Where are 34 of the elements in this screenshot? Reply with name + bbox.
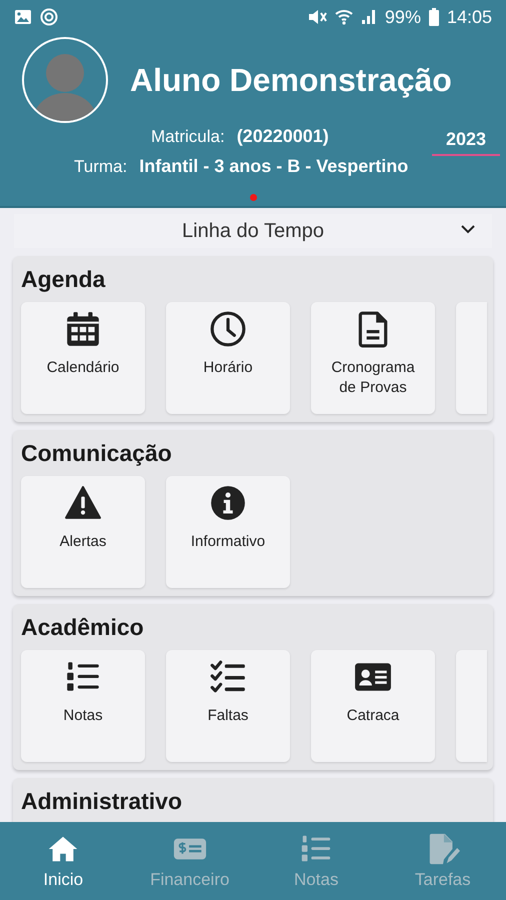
year-selector[interactable]: 2023 xyxy=(432,128,500,156)
menu-card[interactable]: Informativo xyxy=(166,476,290,588)
signal-icon xyxy=(360,9,377,25)
mute-icon xyxy=(306,8,327,26)
calendar-icon xyxy=(64,310,102,348)
battery-percent: 99% xyxy=(384,6,421,28)
student-name: Aluno Demonstração xyxy=(130,62,452,98)
wifi-icon xyxy=(334,8,353,26)
clock-time: 14:05 xyxy=(446,6,492,28)
class-name: Infantil - 3 anos - B - Vespertino xyxy=(139,156,408,177)
menu-card[interactable]: Alertas xyxy=(21,476,145,588)
warning-icon xyxy=(64,484,102,522)
battery-icon xyxy=(428,8,439,26)
nav-tab[interactable]: Inicio xyxy=(0,822,126,900)
section-title: Comunicação xyxy=(21,440,173,468)
menu-card[interactable]: Cronograma de Provas xyxy=(311,302,435,414)
page-indicator-dot xyxy=(250,194,257,201)
clock-icon xyxy=(209,310,247,348)
menu-card[interactable]: Calendário xyxy=(21,302,145,414)
class-label: Turma: xyxy=(74,157,128,177)
menu-card[interactable]: Notas xyxy=(21,650,145,762)
enrollment-number: (20220001) xyxy=(236,126,329,147)
sync-icon xyxy=(40,8,58,26)
menu-card[interactable] xyxy=(456,650,487,762)
menu-card[interactable] xyxy=(456,302,487,414)
menu-card[interactable]: Faltas xyxy=(166,650,290,762)
section-title: Agenda xyxy=(21,266,106,294)
section-title: Acadêmico xyxy=(21,614,145,642)
image-icon xyxy=(14,9,32,25)
menu-card[interactable]: Catraca xyxy=(311,650,435,762)
menu-card[interactable]: Horário xyxy=(166,302,290,414)
enrollment-label: Matricula: xyxy=(151,127,225,147)
info-icon xyxy=(209,484,247,522)
section-title: Administrativo xyxy=(21,788,184,816)
